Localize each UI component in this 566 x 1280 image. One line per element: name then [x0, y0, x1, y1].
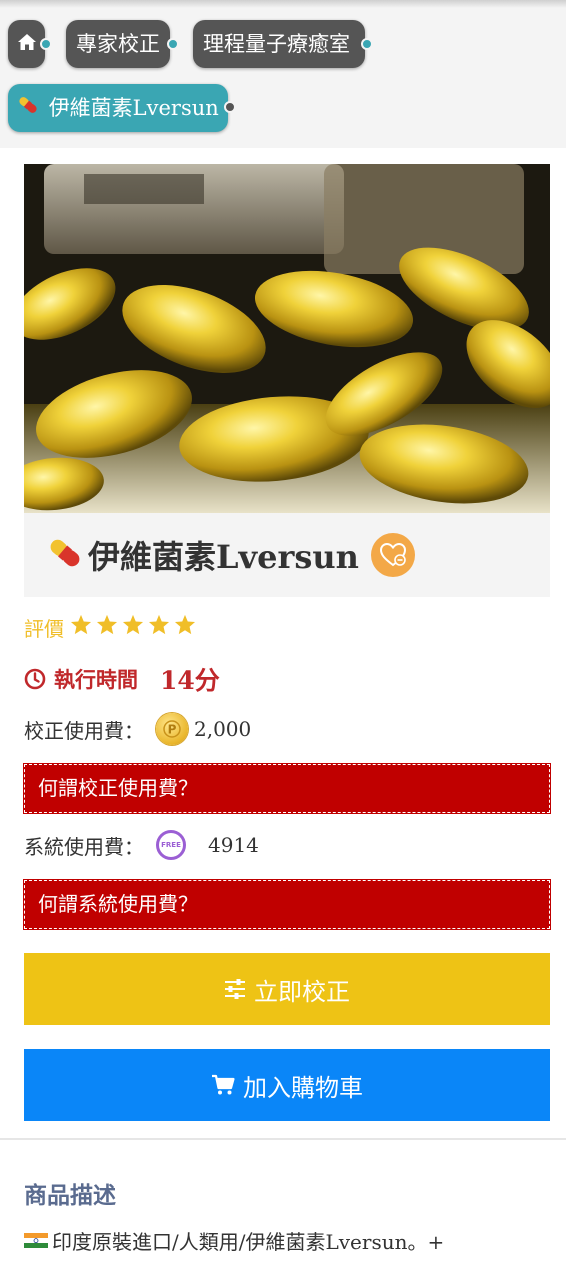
favorite-button[interactable] [370, 533, 415, 577]
star-icon [148, 614, 170, 640]
product-image [24, 164, 550, 513]
calibration-fee-help-link[interactable]: 何謂校正使用費？ [23, 763, 551, 814]
execution-time-value: 14分 [160, 666, 220, 695]
system-fee-help-link[interactable]: 何謂系統使用費？ [23, 879, 551, 930]
clock-icon [24, 668, 46, 690]
rating-stars [70, 614, 200, 640]
description-text: 印度原裝進口/人類用/伊維菌素Lversun。+ [52, 1230, 445, 1254]
star-icon [96, 614, 118, 640]
breadcrumb-separator [224, 101, 236, 113]
pill-icon [16, 86, 40, 134]
breadcrumb: 專家校正 理程量子療癒室 伊維菌素Lversun [0, 0, 566, 148]
system-fee-value: 4914 [208, 833, 259, 857]
breadcrumb-separator [167, 38, 179, 50]
section-divider [0, 1138, 566, 1140]
breadcrumb-item-healing-room[interactable]: 理程量子療癒室 [193, 20, 365, 68]
calibration-fee-value: 2,000 [194, 717, 252, 741]
breadcrumb-label: 伊維菌素Lversun [48, 96, 219, 120]
product-title: 伊維菌素Lversun [88, 538, 359, 576]
rating: 評價 [24, 612, 200, 642]
breadcrumb-label: 專家校正 [76, 32, 160, 56]
breadcrumb-item-current-product[interactable]: 伊維菌素Lversun [8, 84, 228, 132]
rating-label: 評價 [24, 616, 64, 641]
top-shadow [0, 0, 566, 8]
calibration-fee-label: 校正使用費： [24, 718, 144, 743]
cart-icon [211, 1074, 235, 1096]
star-icon [70, 614, 92, 640]
sliders-icon [224, 979, 246, 999]
india-flag-icon [24, 1232, 48, 1249]
breadcrumb-label: 理程量子療癒室 [203, 32, 350, 56]
point-coin-icon: P [156, 713, 188, 745]
description-text-row: 印度原裝進口/人類用/伊維菌素Lversun。+ [24, 1226, 444, 1255]
breadcrumb-item-expert-calibration[interactable]: 專家校正 [66, 20, 170, 68]
pill-icon [46, 534, 84, 576]
calibrate-now-label: 立即校正 [254, 977, 350, 1006]
add-to-cart-button[interactable]: 加入購物車 [24, 1049, 550, 1121]
execution-time-label: 執行時間 [54, 667, 138, 692]
breadcrumb-separator [361, 38, 373, 50]
free-coin-icon: FREE [156, 830, 186, 860]
svg-text:P: P [168, 723, 177, 737]
system-fee-label: 系統使用費： [24, 834, 144, 859]
star-icon [122, 614, 144, 640]
execution-time: 執行時間 14分 [24, 662, 220, 696]
description-title: 商品描述 [24, 1182, 116, 1209]
system-fee: 系統使用費： FREE 4914 [24, 828, 259, 862]
breadcrumb-separator [40, 38, 52, 50]
calibration-fee: 校正使用費： P 2,000 [24, 712, 251, 746]
home-icon [17, 20, 37, 68]
product-title-bar: 伊維菌素Lversun [24, 513, 550, 597]
heart-minus-icon [379, 542, 407, 568]
add-to-cart-label: 加入購物車 [243, 1073, 363, 1102]
star-icon [174, 614, 196, 640]
calibrate-now-button[interactable]: 立即校正 [24, 953, 550, 1025]
